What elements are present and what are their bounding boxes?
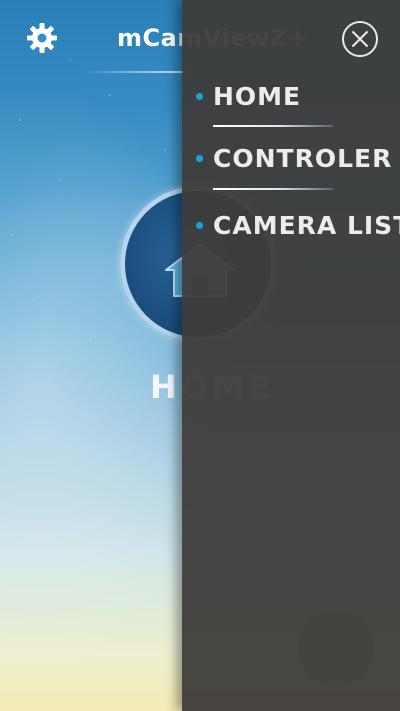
menu-item-label: CAMERA LIST — [213, 211, 400, 240]
menu-item-home[interactable]: HOME — [196, 82, 301, 111]
menu-divider — [213, 188, 333, 190]
menu-item-label: CONTROLER — [213, 144, 393, 173]
bullet-dot — [196, 93, 203, 100]
close-icon — [352, 31, 368, 47]
title-underline — [80, 71, 190, 73]
menu-divider — [213, 125, 333, 127]
settings-button[interactable] — [24, 20, 60, 56]
menu-item-controler[interactable]: CONTROLER — [196, 144, 392, 173]
close-drawer-button[interactable] — [342, 21, 378, 57]
bullet-dot — [196, 155, 203, 162]
menu-item-camera-list[interactable]: CAMERA LIST — [196, 211, 400, 240]
menu-item-label: HOME — [213, 82, 302, 111]
gear-icon — [27, 23, 57, 53]
bullet-dot — [196, 222, 203, 229]
